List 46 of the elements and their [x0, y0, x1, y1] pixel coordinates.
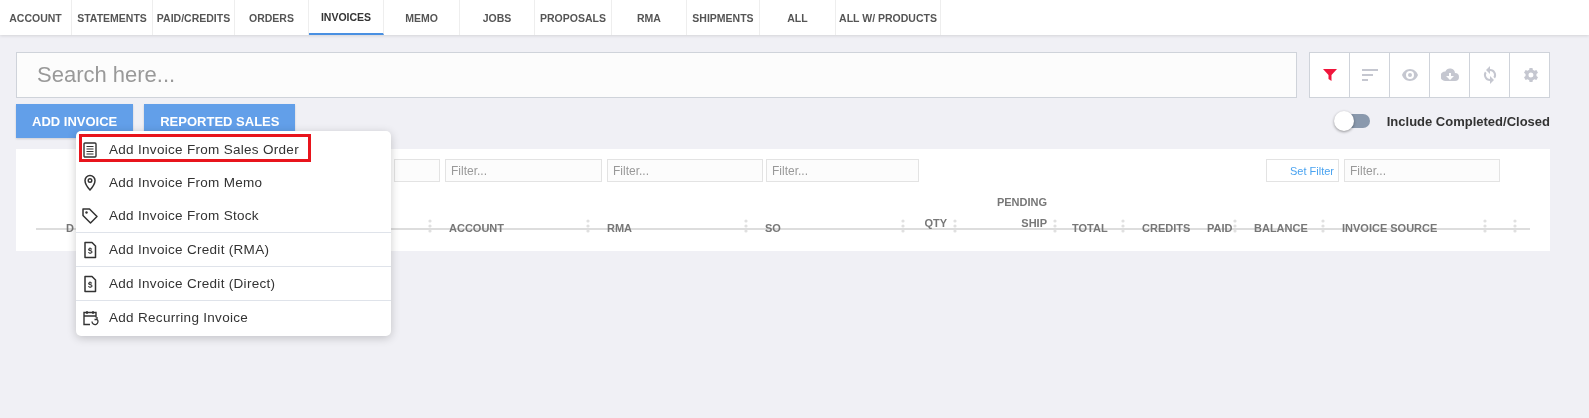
- tag-icon: [81, 206, 99, 225]
- filter-field[interactable]: Filter...: [766, 159, 919, 182]
- tab[interactable]: RMA: [612, 0, 687, 35]
- menu-item[interactable]: Add Invoice Credit (RMA): [76, 232, 391, 266]
- column-header: QTY: [923, 216, 947, 231]
- column-header: INVOICE SOURCE: [1341, 222, 1438, 234]
- map-pin-icon: [81, 173, 99, 192]
- tab[interactable]: SHIPMENTS: [687, 0, 760, 35]
- eye-icon: [1400, 66, 1419, 84]
- column-header: CREDITS: [1141, 222, 1191, 234]
- tab[interactable]: ACCOUNT: [0, 0, 72, 35]
- list-icon: [81, 140, 99, 159]
- filter-field[interactable]: Filter...: [445, 159, 602, 182]
- menu-item[interactable]: Add Invoice Credit (Direct): [76, 266, 391, 300]
- tab[interactable]: PAID/CREDITS: [153, 0, 235, 35]
- tab[interactable]: ALL: [760, 0, 836, 35]
- filter-field[interactable]: Filter...: [1344, 159, 1500, 182]
- calendar-icon: [81, 308, 99, 327]
- tab[interactable]: JOBS: [460, 0, 535, 35]
- dollar-document-icon: [81, 240, 99, 259]
- column-header: SO: [764, 222, 781, 234]
- toggle-switch[interactable]: [1335, 114, 1370, 128]
- tab[interactable]: INVOICES: [309, 0, 384, 35]
- column-header: PENDING SHIP: [995, 195, 1047, 231]
- cloud-download-icon: [1440, 66, 1459, 84]
- tab[interactable]: ORDERS: [235, 0, 309, 35]
- tab[interactable]: ALL W/ PRODUCTS: [836, 0, 941, 35]
- column-header: ACCOUNT: [448, 222, 504, 234]
- sort-icon: [1360, 66, 1379, 84]
- filter-field[interactable]: [394, 159, 440, 182]
- tab[interactable]: STATEMENTS: [72, 0, 153, 35]
- dollar-document-icon: [81, 274, 99, 293]
- column-header: D: [65, 222, 74, 234]
- search-field[interactable]: Search here...: [16, 52, 1297, 98]
- tab[interactable]: MEMO: [384, 0, 460, 35]
- filter-field[interactable]: Filter...: [607, 159, 763, 182]
- column-header: PAID: [1206, 222, 1233, 234]
- tab[interactable]: PROPOSALS: [535, 0, 612, 35]
- column-header: BALANCE: [1253, 222, 1308, 234]
- menu-item[interactable]: Add Invoice From Memo: [76, 166, 391, 199]
- menu-item[interactable]: Add Invoice From Stock: [76, 199, 391, 232]
- column-header: RMA: [606, 222, 633, 234]
- menu-item[interactable]: Add Recurring Invoice: [76, 300, 391, 334]
- toggle-label: Include Completed/Closed: [1386, 113, 1550, 129]
- column-header: TOTAL: [1071, 222, 1108, 234]
- filter-icon: [1320, 66, 1339, 84]
